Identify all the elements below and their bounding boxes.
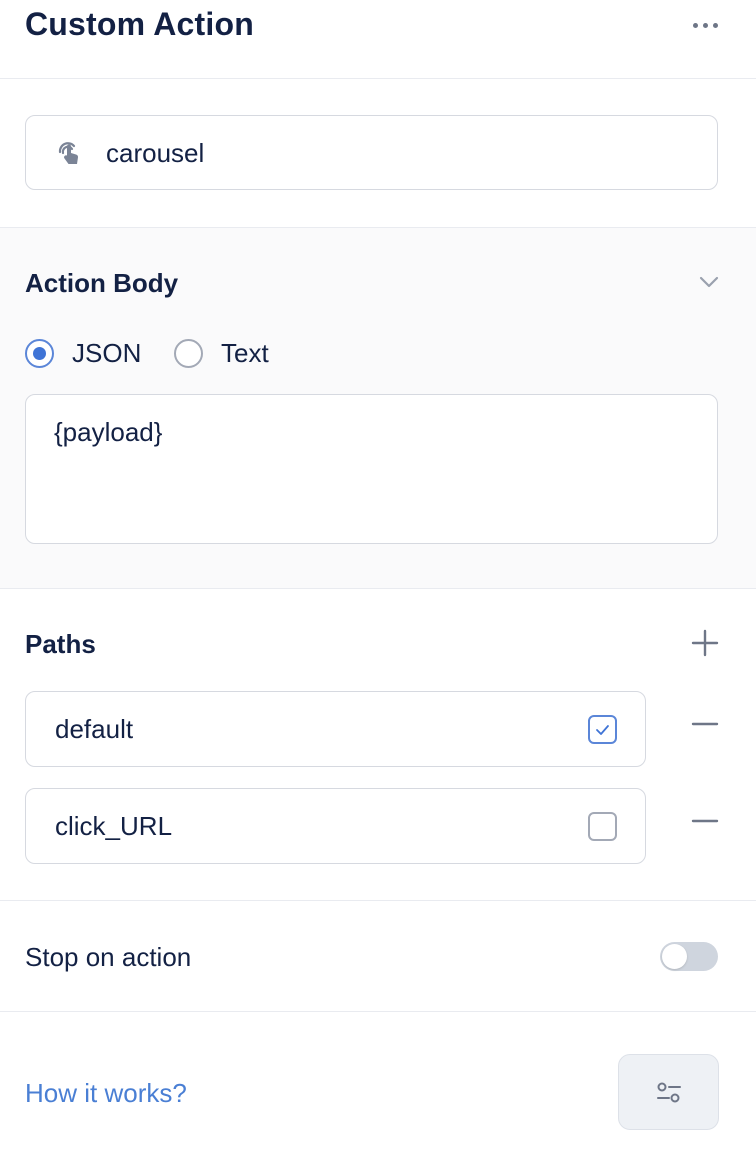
path-item-click-url[interactable]: click_URL — [25, 788, 646, 864]
action-body-title: Action Body — [25, 268, 179, 298]
minus-icon[interactable] — [690, 806, 720, 836]
chevron-down-icon[interactable] — [696, 272, 722, 292]
radio-text[interactable]: Text — [174, 338, 269, 369]
action-body-textarea[interactable]: {payload} — [25, 394, 718, 544]
radio-text-circle[interactable] — [174, 339, 203, 368]
panel-title: Custom Action — [25, 6, 254, 42]
settings-button[interactable] — [618, 1054, 719, 1130]
minus-icon[interactable] — [690, 709, 720, 739]
action-name-value: carousel — [106, 138, 205, 168]
stop-on-action-label: Stop on action — [25, 942, 192, 972]
radio-text-label: Text — [221, 338, 269, 368]
path-checkbox[interactable] — [588, 715, 617, 744]
checkmark-icon — [596, 725, 609, 735]
path-name: click_URL — [55, 811, 173, 841]
touch-gesture-icon — [58, 142, 79, 164]
divider — [0, 1011, 756, 1012]
action-name-field[interactable]: carousel — [25, 115, 718, 190]
toggle-knob — [662, 944, 687, 969]
panel-header: Custom Action — [0, 0, 756, 79]
how-it-works-link[interactable]: How it works? — [25, 1078, 187, 1109]
path-checkbox[interactable] — [588, 812, 617, 841]
stop-on-action-toggle[interactable] — [660, 942, 718, 971]
path-name: default — [55, 714, 134, 744]
radio-json-label: JSON — [72, 338, 142, 368]
sliders-icon — [657, 1082, 681, 1103]
divider — [0, 900, 756, 901]
more-icon[interactable] — [686, 14, 724, 36]
radio-json-circle[interactable] — [25, 339, 54, 368]
plus-icon[interactable] — [690, 628, 720, 658]
action-body-section: Action Body JSON Text {payload} — [0, 227, 756, 589]
paths-title: Paths — [25, 629, 96, 659]
action-body-content: {payload} — [54, 417, 163, 447]
path-item-default[interactable]: default — [25, 691, 646, 767]
radio-json[interactable]: JSON — [25, 338, 141, 369]
